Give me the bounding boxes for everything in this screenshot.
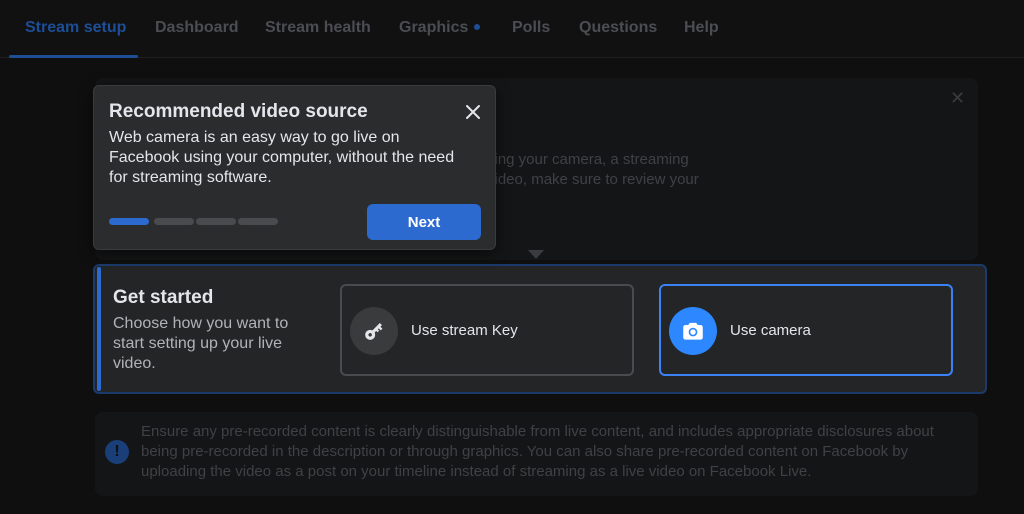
tab-polls[interactable]: Polls <box>512 19 550 37</box>
pre-recorded-notice-text: Ensure any pre-recorded content is clear… <box>141 423 934 480</box>
key-icon-circle <box>350 307 398 355</box>
tab-questions[interactable]: Questions <box>579 19 657 37</box>
tab-dashboard[interactable]: Dashboard <box>155 19 239 37</box>
close-icon[interactable] <box>463 102 483 122</box>
get-started-accent <box>97 267 101 391</box>
progress-step-1 <box>109 218 149 225</box>
top-nav: Stream setup Dashboard Stream health Gra… <box>0 0 1024 58</box>
video-source-description: sing your camera, a streaming video, mak… <box>487 150 967 190</box>
progress-step-2 <box>154 218 194 225</box>
use-stream-key-label: Use stream Key <box>411 322 518 339</box>
camera-icon <box>683 322 703 340</box>
video-source-description-line: sing your camera, a streaming <box>487 151 689 168</box>
progress-step-3 <box>196 218 236 225</box>
tab-help[interactable]: Help <box>684 19 719 37</box>
get-started-title: Get started <box>113 287 214 308</box>
use-camera-option[interactable]: Use camera <box>659 284 953 376</box>
active-tab-indicator <box>9 55 138 58</box>
tab-stream-health[interactable]: Stream health <box>265 19 371 37</box>
next-button[interactable]: Next <box>367 204 481 240</box>
popover-body: Web camera is an easy way to go live on … <box>109 129 455 186</box>
tab-stream-setup[interactable]: Stream setup <box>25 19 126 37</box>
use-stream-key-option[interactable]: Use stream Key <box>340 284 634 376</box>
camera-icon-circle <box>669 307 717 355</box>
video-source-description-line: video, make sure to review your <box>487 171 699 188</box>
progress-step-4 <box>238 218 278 225</box>
key-icon <box>365 323 383 340</box>
tab-graphics-label: Graphics <box>399 19 469 36</box>
tab-graphics[interactable]: Graphics <box>399 19 481 37</box>
use-camera-label: Use camera <box>730 322 811 339</box>
close-icon[interactable]: ✕ <box>950 88 965 109</box>
popover-title: Recommended video source <box>109 101 368 122</box>
popover-pointer <box>528 250 544 259</box>
get-started-description: Choose how you want to start setting up … <box>113 315 289 372</box>
info-icon: ! <box>105 440 129 464</box>
notification-dot-icon <box>474 23 481 30</box>
